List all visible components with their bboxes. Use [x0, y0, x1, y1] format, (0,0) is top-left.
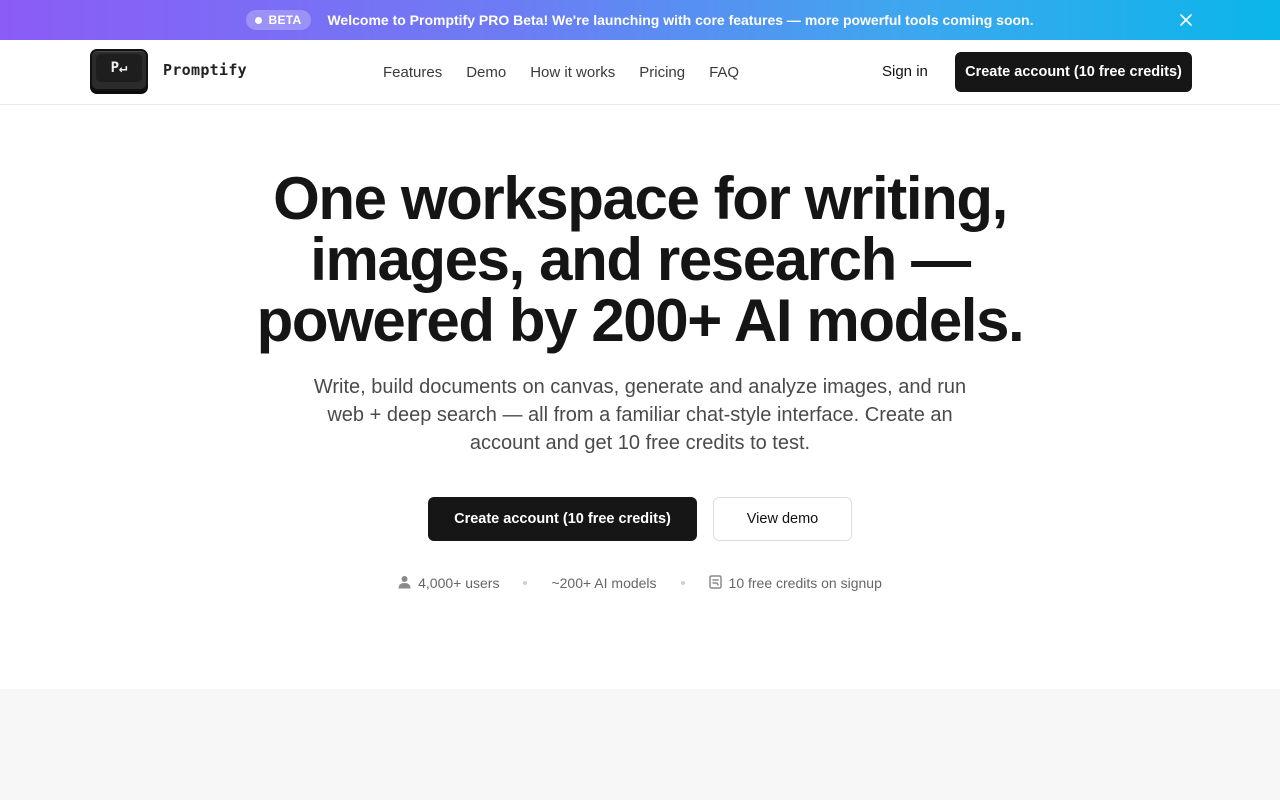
stats-row: 4,000+ users ~200+ AI models 10 free cre…: [0, 574, 1280, 592]
nav-how-it-works[interactable]: How it works: [530, 64, 615, 81]
stat-models-label: ~200+ AI models: [551, 575, 657, 591]
nav-pricing[interactable]: Pricing: [639, 64, 685, 81]
user-icon: [398, 575, 411, 592]
banner-message: Welcome to Promptify PRO Beta! We're lau…: [327, 12, 1034, 28]
hero-title-line-3: powered by 200+ AI models.: [256, 287, 1025, 354]
beta-badge-label: BETA: [268, 13, 302, 27]
stat-models: ~200+ AI models: [551, 575, 656, 591]
main-nav: Features Demo How it works Pricing FAQ: [383, 40, 739, 104]
credit-badge-icon: [708, 574, 722, 592]
stat-credits: 10 free credits on signup: [708, 574, 882, 592]
nav-features[interactable]: Features: [383, 64, 442, 81]
nav-faq[interactable]: FAQ: [709, 64, 739, 81]
site-header: P↵ Promptify Features Demo How it works …: [0, 40, 1280, 105]
view-demo-button[interactable]: View demo: [713, 497, 852, 541]
hero-title: One workspace for writing, images, and r…: [140, 168, 1140, 351]
hero-create-account-button[interactable]: Create account (10 free credits): [428, 497, 697, 541]
logo-key-label: P↵: [96, 54, 142, 82]
next-section-band: [0, 689, 1280, 800]
nav-demo[interactable]: Demo: [466, 64, 506, 81]
hero-subtitle: Write, build documents on canvas, genera…: [313, 376, 967, 454]
hero-title-line-2: images, and research —: [310, 226, 971, 293]
stat-users-label: 4,000+ users: [418, 575, 500, 591]
header-create-account-button[interactable]: Create account (10 free credits): [955, 52, 1192, 92]
stat-separator: [523, 581, 528, 585]
brand-name: Promptify: [163, 61, 247, 79]
logo[interactable]: P↵ Promptify: [90, 49, 247, 91]
announcement-banner: BETA Welcome to Promptify PRO Beta! We'r…: [0, 0, 1280, 40]
sign-in-link[interactable]: Sign in: [882, 63, 928, 80]
stat-credits-label: 10 free credits on signup: [728, 575, 882, 591]
hero-title-line-1: One workspace for writing,: [273, 165, 1008, 232]
keyboard-key-icon: P↵: [90, 49, 148, 91]
stat-separator: [680, 581, 685, 585]
stat-users: 4,000+ users: [398, 575, 499, 592]
beta-dot: [255, 16, 263, 24]
beta-badge: BETA: [246, 10, 312, 30]
close-icon[interactable]: [1178, 12, 1194, 28]
